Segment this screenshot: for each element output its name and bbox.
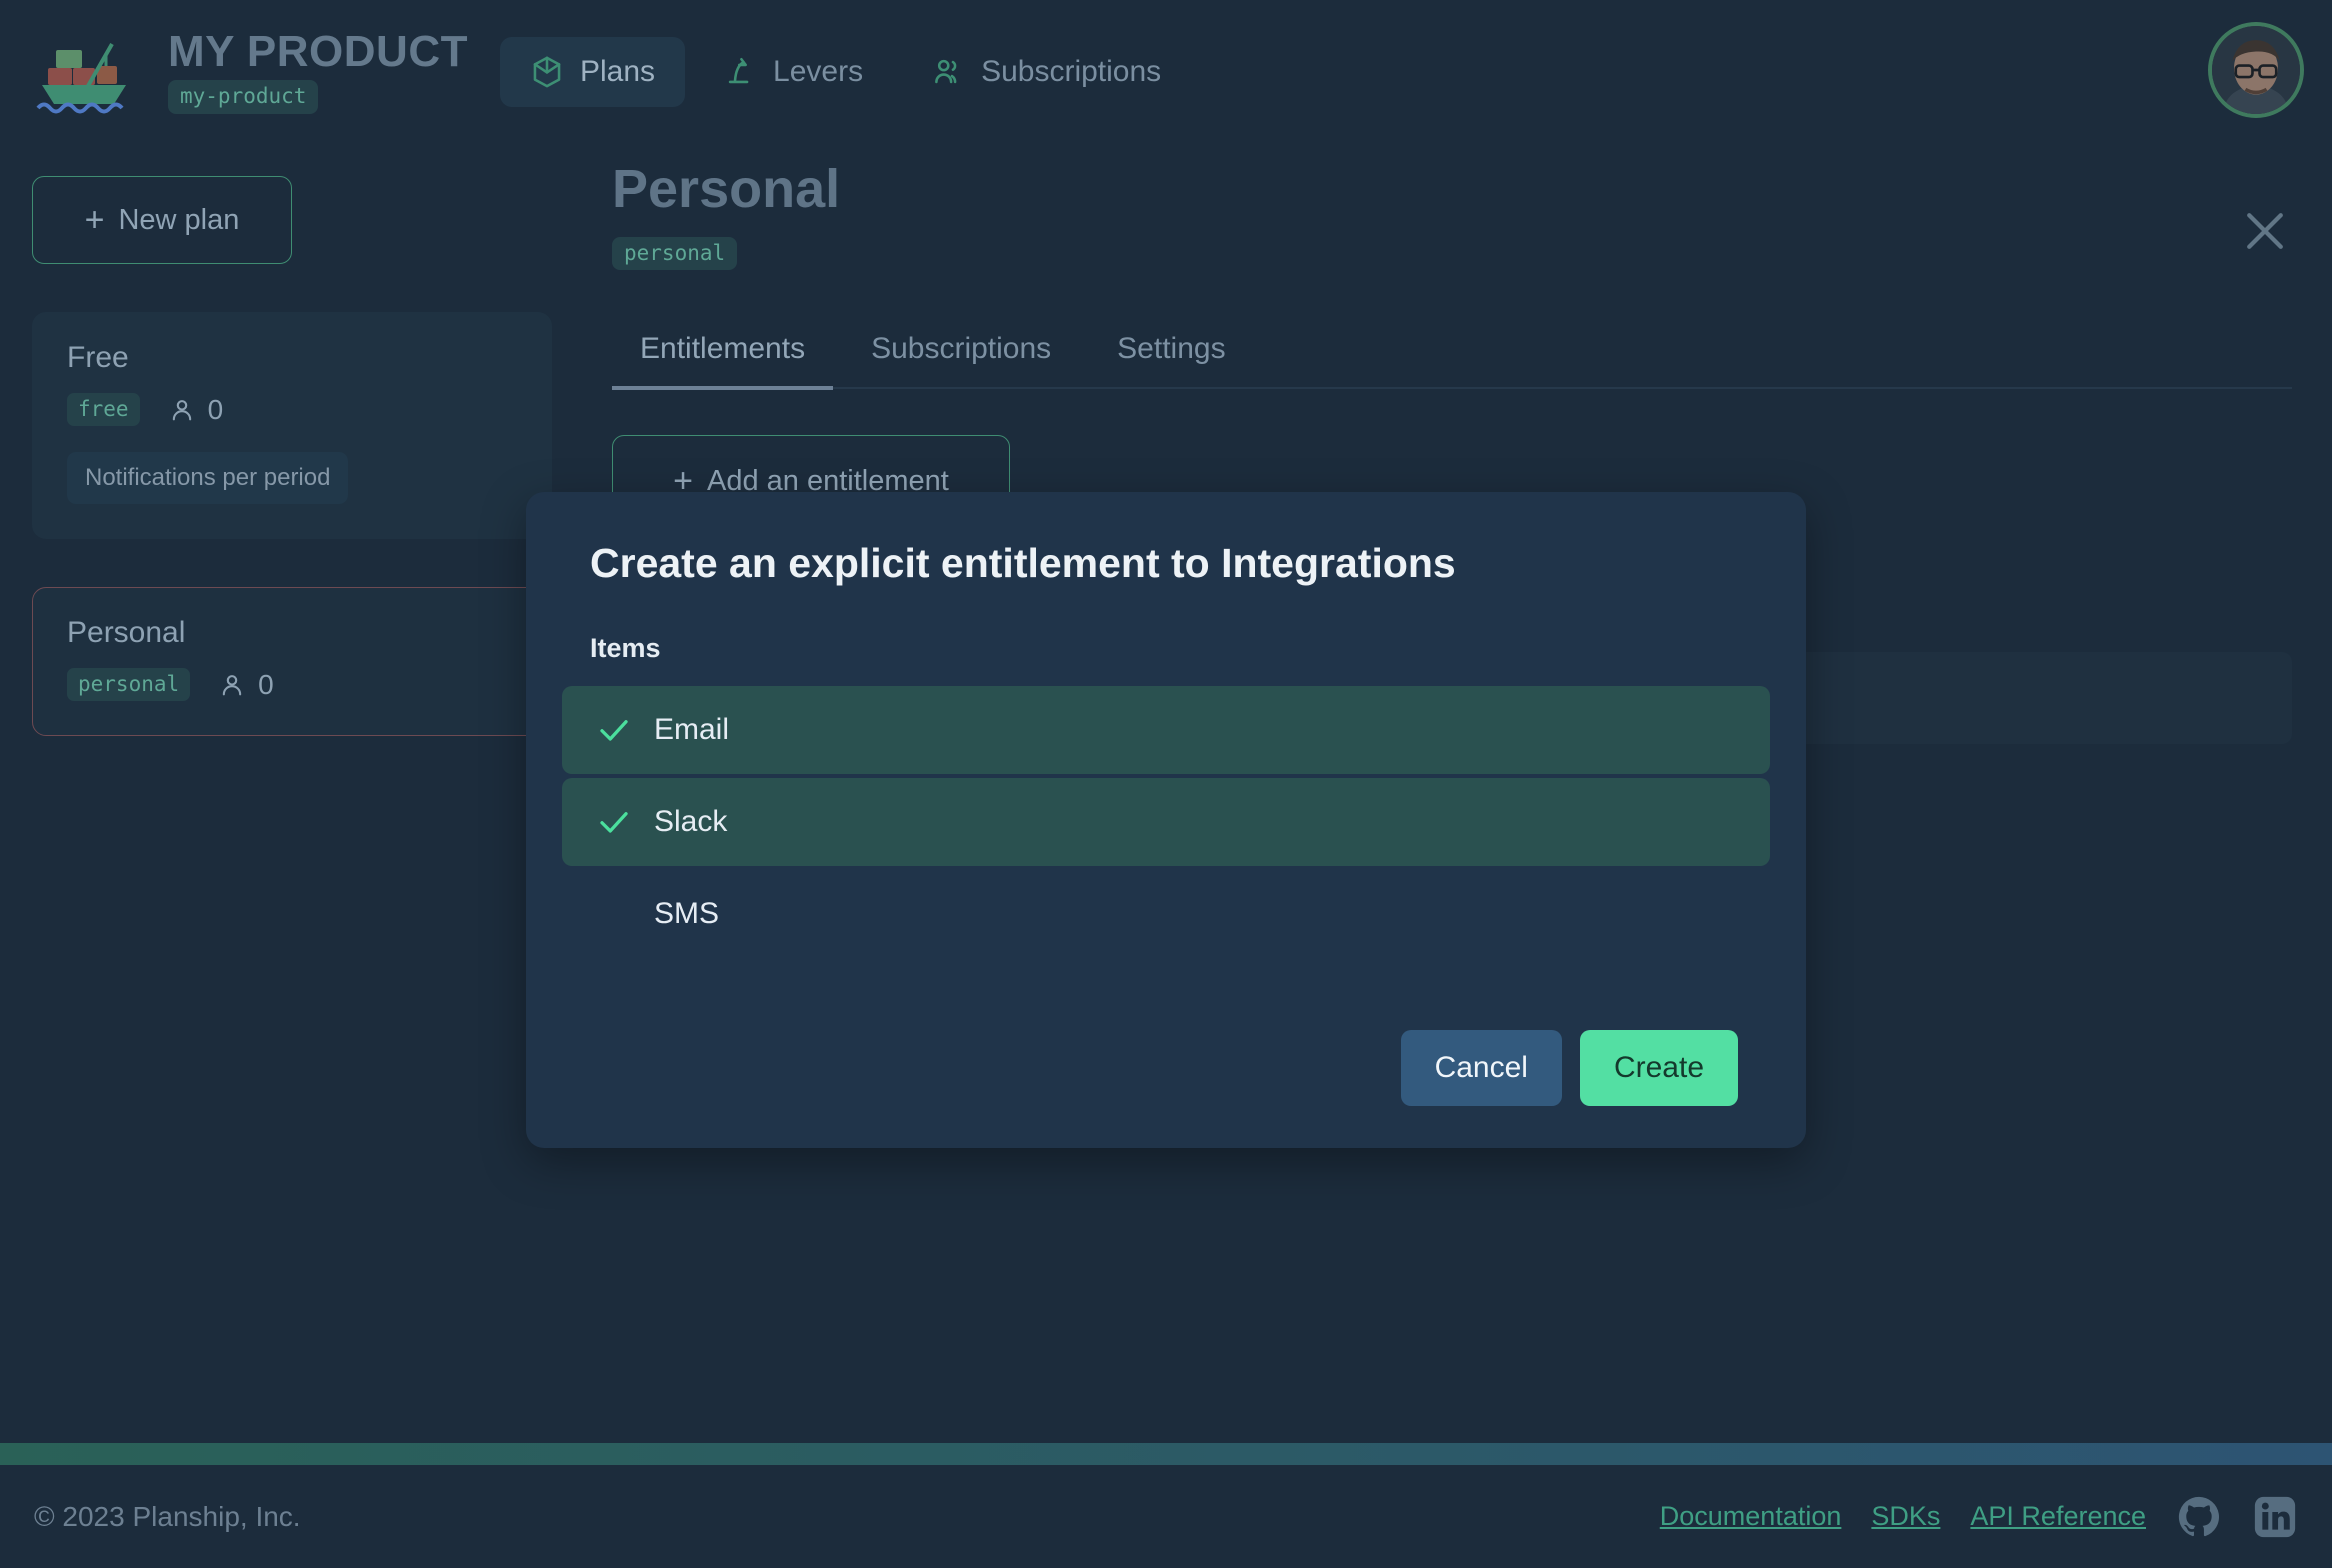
create-entitlement-dialog: Create an explicit entitlement to Integr… [526, 492, 1806, 1149]
footer-link-documentation[interactable]: Documentation [1660, 1501, 1842, 1532]
modal-layer: Create an explicit entitlement to Integr… [0, 0, 2332, 1568]
linkedin-icon[interactable] [2252, 1494, 2298, 1540]
gradient-divider [0, 1443, 2332, 1465]
item-option-slack[interactable]: Slack [562, 778, 1770, 867]
app-root: MY PRODUCT my-product Plans Levers Subsc… [0, 0, 2332, 1568]
app-footer: © 2023 Planship, Inc. Documentation SDKs… [0, 1465, 2332, 1568]
footer-links: Documentation SDKs API Reference [1660, 1494, 2298, 1540]
dialog-title: Create an explicit entitlement to Integr… [590, 540, 1456, 586]
item-option-email[interactable]: Email [562, 686, 1770, 775]
footer-link-api-reference[interactable]: API Reference [1970, 1501, 2146, 1532]
item-label: SMS [654, 897, 720, 931]
item-label: Email [654, 713, 730, 747]
check-icon [600, 812, 628, 833]
dialog-actions: Cancel Create [562, 1030, 1770, 1107]
github-icon[interactable] [2176, 1494, 2222, 1540]
item-option-sms[interactable]: SMS [562, 870, 1770, 958]
items-label: Items [590, 633, 661, 664]
create-button[interactable]: Create [1579, 1030, 1738, 1107]
items-list: Email Slack SMS [562, 686, 1770, 958]
check-icon [600, 720, 628, 741]
cancel-button[interactable]: Cancel [1400, 1030, 1562, 1107]
item-label: Slack [654, 805, 728, 839]
copyright-text: © 2023 Planship, Inc. [34, 1500, 301, 1532]
footer-link-sdks[interactable]: SDKs [1871, 1501, 1940, 1532]
